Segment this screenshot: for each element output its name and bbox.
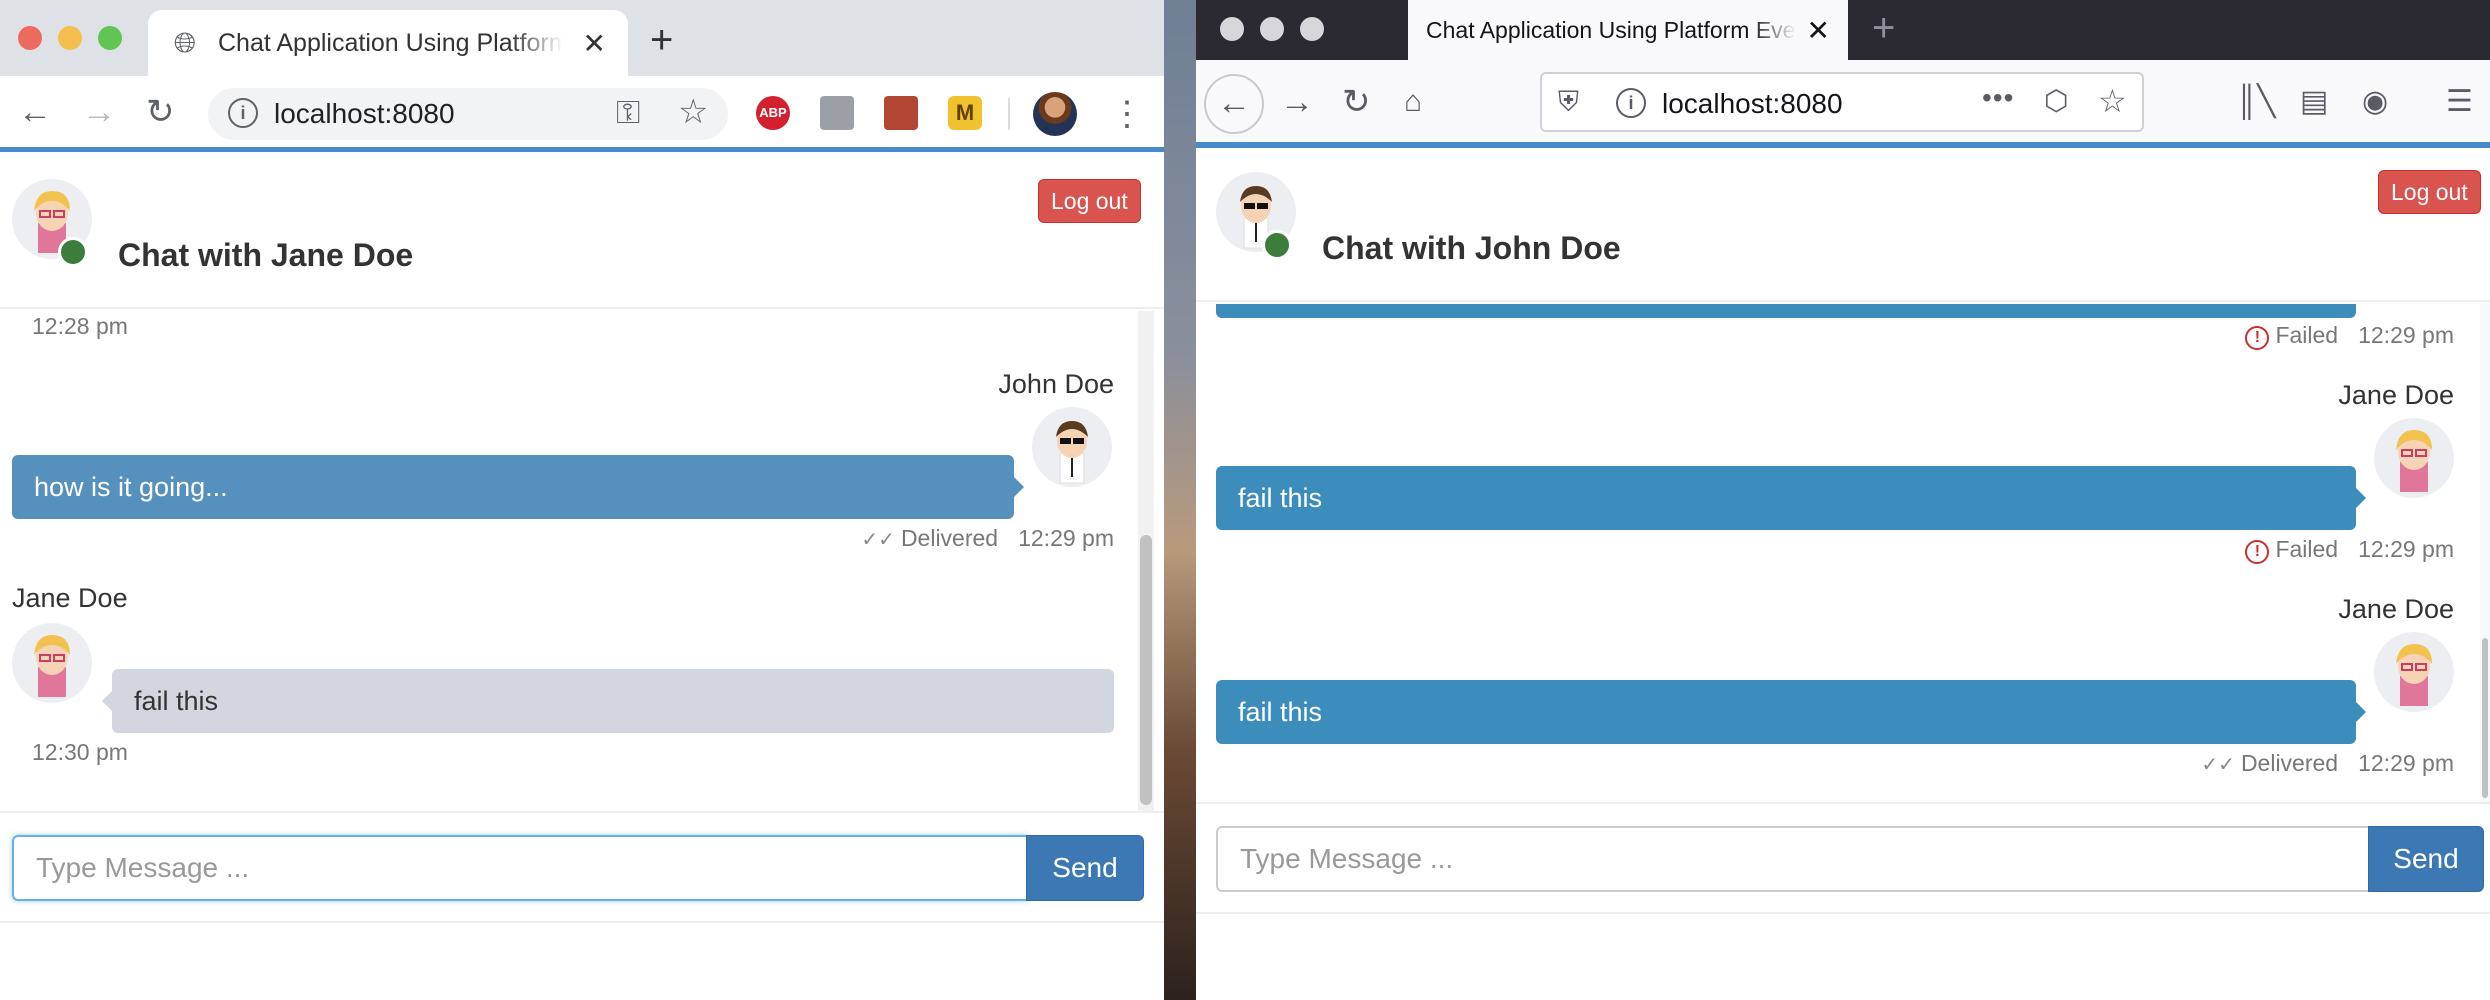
message-status: ✓✓ Delivered 12:29 pm [2201,750,2454,776]
browser-tab[interactable]: Chat Application Using Platform Events ✕ [1408,0,1848,60]
double-check-icon: ✓✓ [2201,754,2235,776]
jane-doe-icon [2396,644,2432,706]
sidebar-icon[interactable]: ▤ [2300,82,2328,122]
message-list[interactable]: ! Failed 12:29 pm Jane Doe fail this ! Fail… [1196,304,2490,802]
account-icon[interactable]: ◉ [2362,82,2388,122]
send-button[interactable]: Send [1026,835,1144,901]
chrome-window: 🌐︎ Chat Application Using Platform Event… [0,0,1164,1000]
outgoing-message-bubble: how is it going... [12,455,1024,519]
double-check-icon: ✓✓ [861,529,895,551]
message-sender: John Doe [998,369,1114,399]
message-status: ! Failed 12:29 pm [2245,322,2454,350]
jane-avatar [2374,418,2454,498]
message-composer: Send [1196,802,2490,914]
john-avatar [1032,407,1112,487]
send-button[interactable]: Send [2368,826,2484,892]
adblock-extension-icon[interactable]: ABP [756,96,790,130]
incoming-message-bubble: fail this [102,669,1114,733]
failed-alert-icon: ! [2245,326,2270,350]
jane-doe-icon [34,635,70,697]
firefox-toolbar: ← → ↻ ⌂ ⛨ i localhost:8080 ••• ⬡ ☆ ║╲ ▤ … [1196,60,2490,148]
reload-icon[interactable]: ↻ [1342,82,1371,122]
shield-icon[interactable]: ⛨ [1558,86,1579,119]
jane-avatar [2374,632,2454,712]
logout-button[interactable]: Log out [1038,179,1141,223]
tab-title: Chat Application Using Platform Events [218,28,563,57]
scrollbar-thumb[interactable] [1140,535,1152,805]
firefox-tab-strip: Chat Application Using Platform Events ✕… [1196,0,2490,60]
message-status: ! Failed 12:29 pm [2245,536,2454,564]
profile-avatar[interactable] [1033,92,1077,136]
chrome-tab-strip: 🌐︎ Chat Application Using Platform Event… [0,0,1164,76]
message-input[interactable] [1216,826,2370,892]
book-extension-icon[interactable] [884,96,918,130]
maximize-window-button[interactable] [98,26,122,50]
outgoing-message-bubble: fail this [1216,680,2366,744]
browser-tab[interactable]: 🌐︎ Chat Application Using Platform Event… [148,10,628,76]
chat-header: Chat with Jane Doe Log out [0,157,1164,309]
cube-extension-icon[interactable] [820,96,854,130]
home-icon[interactable]: ⌂ [1404,82,1422,122]
bookmark-star-icon[interactable]: ☆ [2098,82,2127,120]
outgoing-message-bubble: fail this [1216,466,2366,530]
hamburger-menu-icon[interactable]: ☰ [2446,82,2473,122]
close-tab-icon[interactable]: ✕ [583,27,606,60]
minimize-window-button[interactable] [58,26,82,50]
close-window-button[interactable] [1220,17,1244,41]
pocket-icon[interactable]: ⬡ [2044,84,2068,117]
message-input[interactable] [12,835,1028,901]
toolbar-divider [1008,98,1010,130]
firefox-window: Chat Application Using Platform Events ✕… [1196,0,2490,1000]
new-tab-button[interactable]: + [1872,6,1895,50]
url-text: localhost:8080 [1662,88,1843,119]
forward-arrow-icon[interactable]: → [1280,82,1314,122]
minimize-window-button[interactable] [1260,17,1284,41]
message-sender: Jane Doe [2338,594,2454,624]
bookmark-star-icon[interactable]: ☆ [678,92,708,132]
m-extension-icon[interactable]: M [948,96,982,130]
back-arrow-icon[interactable]: ← [1204,74,1264,134]
jane-avatar [12,623,92,703]
forward-arrow-icon[interactable]: → [82,92,116,132]
new-tab-button[interactable]: + [650,20,673,60]
chat-title: Chat with John Doe [1322,230,1621,266]
john-doe-icon [1056,421,1088,484]
address-bar[interactable]: ⛨ i localhost:8080 ••• ⬡ ☆ [1540,72,2144,132]
library-icon[interactable]: ║╲ [2236,82,2275,122]
desktop-background [1164,0,1196,1000]
kebab-menu-icon[interactable]: ⋮ [1110,94,1144,134]
back-arrow-icon[interactable]: ← [18,92,52,132]
outgoing-message-bubble [1216,304,2356,318]
message-time: 12:28 pm [32,313,128,339]
chat-header: Chat with John Doe Log out [1196,154,2490,302]
reload-icon[interactable]: ↻ [146,92,175,132]
message-time: 12:30 pm [32,739,128,765]
site-info-icon[interactable]: i [1616,88,1646,118]
maximize-window-button[interactable] [1300,17,1324,41]
close-window-button[interactable] [18,26,42,50]
message-status: ✓✓ Delivered 12:29 pm [861,525,1114,551]
tab-title: Chat Application Using Platform Events [1426,16,1796,43]
close-tab-icon[interactable]: ✕ [1807,14,1830,47]
message-list[interactable]: 12:28 pm John Doe how is it going... ✓✓ D… [0,311,1164,811]
globe-icon: 🌐︎ [173,27,197,58]
scrollbar-track[interactable] [2480,304,2490,802]
scrollbar-thumb[interactable] [2482,638,2488,798]
message-sender: Jane Doe [12,583,128,613]
jane-doe-icon [2396,430,2432,492]
chrome-toolbar: ← → ↻ i localhost:8080 ⚿ ☆ ABP M ⋮ [0,76,1164,152]
message-sender: Jane Doe [2338,380,2454,410]
url-text: localhost:8080 [274,98,455,129]
online-status-dot [58,237,88,267]
failed-alert-icon: ! [2245,540,2270,564]
site-info-icon[interactable]: i [228,98,258,128]
scrollbar-track[interactable] [1138,311,1154,811]
message-composer: Send [0,811,1164,923]
logout-button[interactable]: Log out [2378,170,2481,214]
key-icon[interactable]: ⚿ [616,94,640,132]
online-status-dot [1262,230,1292,260]
chat-title: Chat with Jane Doe [118,237,414,273]
more-actions-icon[interactable]: ••• [1982,82,2014,114]
address-bar[interactable]: i localhost:8080 ⚿ ☆ [208,88,728,140]
